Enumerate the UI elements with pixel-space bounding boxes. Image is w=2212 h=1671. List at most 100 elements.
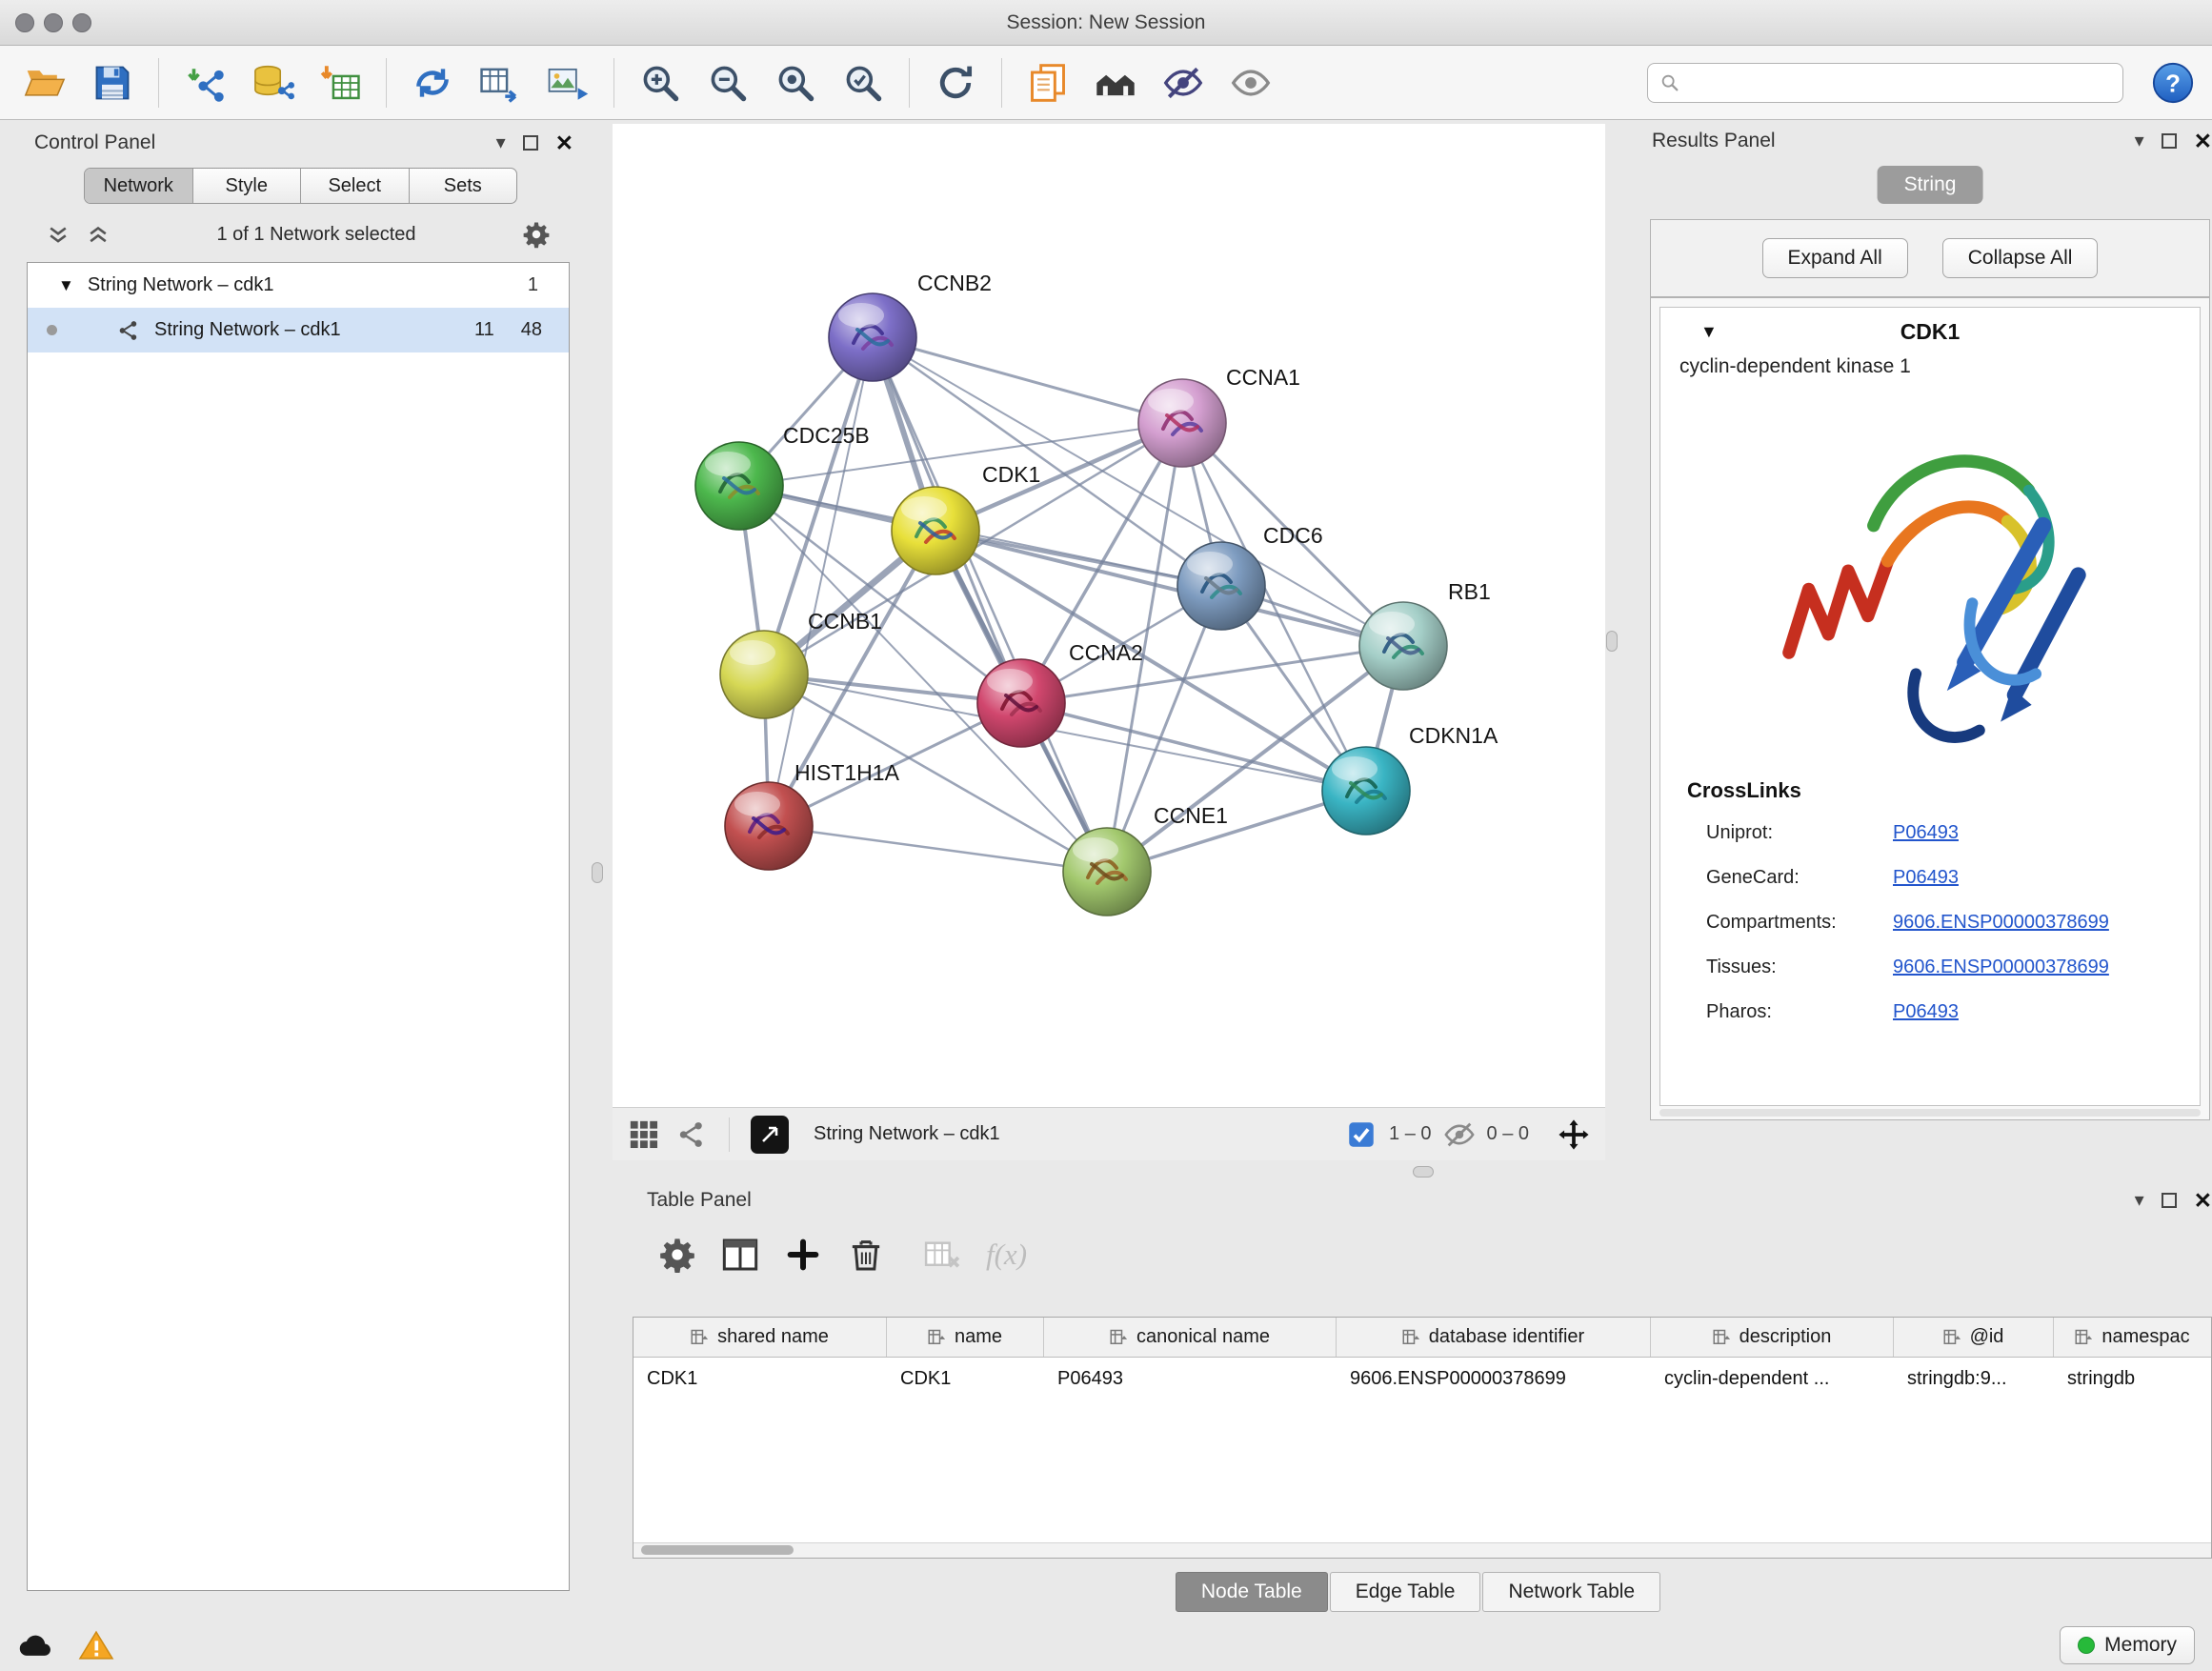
tab-edge-table[interactable]: Edge Table [1330, 1572, 1481, 1612]
network-node-CCNB2[interactable] [829, 293, 916, 381]
left-splitter-handle[interactable] [592, 862, 603, 883]
network-canvas[interactable]: CCNB2CCNA1CDC25BCDK1CDC6RB1CCNB1CCNA2CDK… [613, 124, 1605, 1107]
network-row[interactable]: String Network – cdk1 11 48 [28, 308, 569, 352]
save-session-button[interactable] [85, 55, 140, 111]
crosslink-link[interactable]: P06493 [1893, 822, 1959, 844]
help-button[interactable]: ? [2151, 61, 2195, 105]
protein-card-header[interactable]: ▼ CDK1 [1660, 308, 2200, 355]
network-canvas-container[interactable]: CCNB2CCNA1CDC25BCDK1CDC6RB1CCNB1CCNA2CDK… [613, 124, 1605, 1107]
panel-menu-icon[interactable]: ▾ [2135, 1191, 2144, 1210]
scrollbar-thumb[interactable] [641, 1545, 794, 1555]
expand-all-button[interactable]: Expand All [1762, 238, 1908, 278]
import-network-database-button[interactable] [245, 55, 300, 111]
edge-CCNB2-CCNE1[interactable] [873, 337, 1107, 872]
edge-CCNB2-HIST1H1A[interactable] [769, 337, 873, 826]
tab-sets[interactable]: Sets [410, 169, 517, 203]
memory-indicator[interactable]: Memory [2060, 1626, 2195, 1664]
column-header[interactable]: canonical name [1044, 1318, 1337, 1357]
column-header[interactable]: shared name [633, 1318, 887, 1357]
open-session-button[interactable] [17, 55, 72, 111]
column-header[interactable]: name [887, 1318, 1044, 1357]
toolbar-search[interactable] [1647, 63, 2123, 103]
panel-close-icon[interactable]: ✕ [2194, 131, 2212, 152]
hide-selected-button[interactable] [1156, 55, 1211, 111]
collapse-all-icon[interactable] [46, 222, 70, 247]
pan-crosshair-icon[interactable] [1558, 1118, 1590, 1151]
tab-select[interactable]: Select [301, 169, 410, 203]
network-node-CDKN1A[interactable] [1322, 747, 1410, 835]
network-node-CDC6[interactable] [1177, 542, 1265, 630]
clone-network-button[interactable] [1020, 55, 1076, 111]
right-splitter-handle[interactable] [1606, 631, 1618, 652]
new-network-button[interactable] [405, 55, 460, 111]
expand-all-icon[interactable] [86, 222, 111, 247]
network-collection-row[interactable]: ▼ String Network – cdk1 1 [28, 263, 569, 308]
home-layout-button[interactable] [1088, 55, 1143, 111]
selected-checkbox-icon[interactable] [1345, 1118, 1377, 1151]
export-image-button[interactable] [540, 55, 595, 111]
network-node-CCNA1[interactable] [1138, 379, 1226, 467]
network-node-CCNB1[interactable] [720, 631, 808, 718]
zoom-in-button[interactable] [633, 55, 688, 111]
table-settings-gear-icon[interactable] [658, 1236, 696, 1274]
network-view-icon[interactable] [675, 1118, 708, 1151]
grid-view-icon[interactable] [628, 1118, 660, 1151]
panel-float-icon[interactable] [523, 135, 538, 151]
zoom-fit-button[interactable] [768, 55, 823, 111]
crosslink-link[interactable]: 9606.ENSP00000378699 [1893, 956, 2109, 978]
panel-float-icon[interactable] [2162, 133, 2177, 149]
panel-menu-icon[interactable]: ▾ [2135, 131, 2144, 151]
export-table-button[interactable] [473, 55, 528, 111]
window-minimize-button[interactable] [44, 13, 63, 32]
panel-float-icon[interactable] [2162, 1193, 2177, 1208]
crosslink-link[interactable]: P06493 [1893, 1001, 1959, 1023]
search-input[interactable] [1690, 71, 2111, 93]
detach-view-button[interactable] [751, 1116, 789, 1154]
horizontal-splitter-handle[interactable] [1413, 1166, 1434, 1178]
network-node-CDK1[interactable] [892, 487, 979, 574]
crosslink-link[interactable]: P06493 [1893, 867, 1959, 889]
network-node-RB1[interactable] [1359, 602, 1447, 690]
results-scroll-area[interactable]: ▼ CDK1 cyclin-dependent kinase 1 CrossLi… [1650, 297, 2210, 1120]
crosslink-link[interactable]: 9606.ENSP00000378699 [1893, 912, 2109, 934]
tab-network-table[interactable]: Network Table [1482, 1572, 1660, 1612]
panel-close-icon[interactable]: ✕ [2194, 1190, 2212, 1212]
panel-close-icon[interactable]: ✕ [555, 132, 573, 154]
tree-expanded-icon[interactable]: ▼ [58, 276, 74, 295]
refresh-button[interactable] [928, 55, 983, 111]
network-options-gear-icon[interactable] [522, 220, 551, 249]
tab-string[interactable]: String [1878, 166, 1983, 204]
tab-style[interactable]: Style [193, 169, 302, 203]
warning-icon[interactable] [78, 1629, 114, 1661]
results-horizontal-scrollbar[interactable] [1659, 1109, 2201, 1117]
show-all-button[interactable] [1223, 55, 1278, 111]
column-header[interactable]: database identifier [1337, 1318, 1651, 1357]
cloud-icon[interactable] [17, 1629, 53, 1661]
import-network-file-button[interactable] [177, 55, 232, 111]
add-column-icon[interactable] [784, 1236, 822, 1274]
tab-node-table[interactable]: Node Table [1176, 1572, 1328, 1612]
network-node-CCNA2[interactable] [977, 659, 1065, 747]
column-header[interactable]: description [1651, 1318, 1894, 1357]
hidden-eye-slash-icon[interactable] [1443, 1118, 1476, 1151]
network-node-CCNE1[interactable] [1063, 828, 1151, 916]
column-header[interactable]: @id [1894, 1318, 2054, 1357]
panel-menu-icon[interactable]: ▾ [496, 133, 506, 152]
edge-HIST1H1A-CCNE1[interactable] [769, 826, 1107, 872]
delete-column-icon[interactable] [847, 1236, 885, 1274]
show-columns-icon[interactable] [721, 1236, 759, 1274]
network-node-CDC25B[interactable] [695, 442, 783, 530]
window-zoom-button[interactable] [72, 13, 91, 32]
zoom-out-button[interactable] [700, 55, 755, 111]
tab-network[interactable]: Network [85, 169, 193, 203]
collapse-section-icon[interactable]: ▼ [1700, 322, 1718, 342]
table-row[interactable]: CDK1 CDK1 P06493 9606.ENSP00000378699 cy… [633, 1358, 2211, 1399]
column-header[interactable]: namespac [2054, 1318, 2211, 1357]
collapse-all-button[interactable]: Collapse All [1942, 238, 2099, 278]
zoom-selected-button[interactable] [835, 55, 891, 111]
edge-CCNB2-CCNA1[interactable] [873, 337, 1182, 423]
import-table-button[interactable] [312, 55, 368, 111]
network-node-HIST1H1A[interactable] [725, 782, 813, 870]
table-horizontal-scrollbar[interactable] [633, 1542, 2211, 1558]
window-close-button[interactable] [15, 13, 34, 32]
